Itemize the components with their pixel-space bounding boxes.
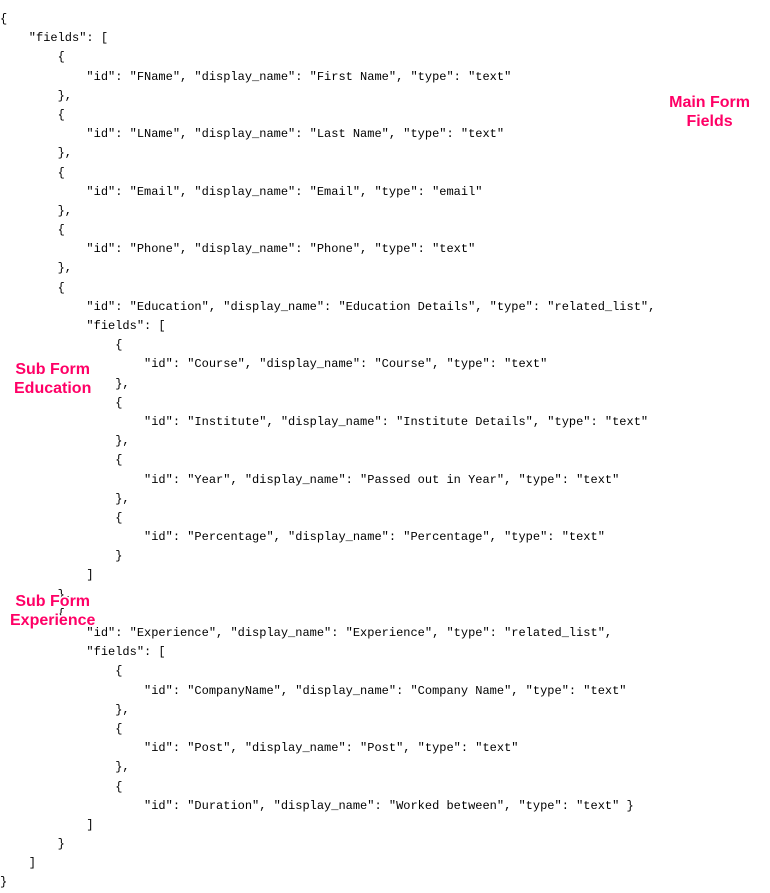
code-line: },: [0, 434, 130, 448]
code-line: "id": "Year", "display_name": "Passed ou…: [0, 473, 619, 487]
code-line: "id": "LName", "display_name": "Last Nam…: [0, 127, 504, 141]
annotation-main-form-fields: Main FormFields: [669, 93, 750, 131]
code-line: "id": "Post", "display_name": "Post", "t…: [0, 741, 518, 755]
code-line: },: [0, 204, 72, 218]
code-line: "id": "FName", "display_name": "First Na…: [0, 70, 511, 84]
code-line: "fields": [: [0, 31, 108, 45]
code-line: {: [0, 166, 65, 180]
code-line: }: [0, 837, 65, 851]
code-line: },: [0, 261, 72, 275]
code-line: {: [0, 780, 122, 794]
code-line: {: [0, 722, 122, 736]
code-line: {: [0, 12, 7, 26]
annotation-sub-form-experience: Sub FormExperience: [10, 592, 95, 630]
code-line: "id": "Duration", "display_name": "Worke…: [0, 799, 634, 813]
code-line: ]: [0, 818, 94, 832]
code-line: {: [0, 338, 122, 352]
code-line: {: [0, 511, 122, 525]
code-line: "id": "Email", "display_name": "Email", …: [0, 185, 482, 199]
code-line: },: [0, 492, 130, 506]
code-line: {: [0, 50, 65, 64]
code-line: },: [0, 703, 130, 717]
code-line: ]: [0, 568, 94, 582]
annotation-sub-form-education: Sub FormEducation: [14, 360, 91, 398]
code-line: {: [0, 453, 122, 467]
code-line: }: [0, 549, 122, 563]
code-line: ]: [0, 856, 36, 870]
code-line: "fields": [: [0, 319, 166, 333]
code-line: },: [0, 146, 72, 160]
code-line: "id": "Institute", "display_name": "Inst…: [0, 415, 648, 429]
code-line: "id": "Phone", "display_name": "Phone", …: [0, 242, 475, 256]
code-line: "id": "Education", "display_name": "Educ…: [0, 300, 655, 314]
code-line: "fields": [: [0, 645, 166, 659]
code-line: }: [0, 875, 7, 889]
code-line: {: [0, 108, 65, 122]
json-code-block: { "fields": [ { "id": "FName", "display_…: [0, 10, 770, 893]
code-line: {: [0, 281, 65, 295]
code-line: },: [0, 760, 130, 774]
code-line: {: [0, 664, 122, 678]
code-line: "id": "CompanyName", "display_name": "Co…: [0, 684, 627, 698]
code-line: "id": "Percentage", "display_name": "Per…: [0, 530, 605, 544]
code-line: },: [0, 89, 72, 103]
code-line: {: [0, 223, 65, 237]
